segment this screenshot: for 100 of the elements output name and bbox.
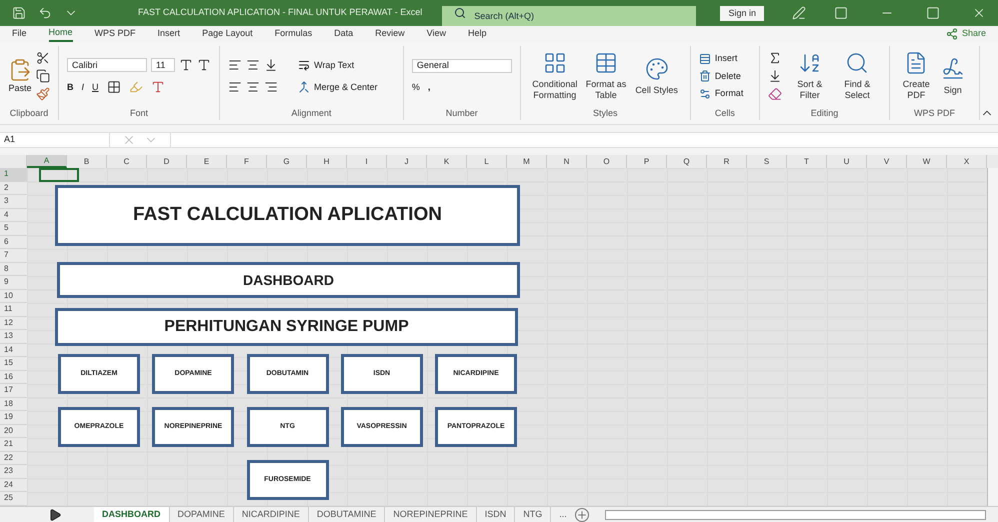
sheet-tab[interactable]: NICARDIPINE	[234, 506, 309, 522]
column-header[interactable]: E	[187, 155, 227, 168]
row-header[interactable]: 8	[0, 262, 27, 276]
cells-button[interactable]: Delete	[698, 70, 744, 83]
cells-button[interactable]: Insert	[698, 52, 744, 66]
row-header[interactable]: 14	[0, 344, 27, 357]
horizontal-scrollbar[interactable]	[604, 510, 986, 520]
column-header[interactable]: K	[427, 155, 467, 168]
column-header[interactable]: R	[707, 155, 747, 168]
column-header[interactable]: X	[947, 155, 987, 168]
find-select-button[interactable]: Find & Select	[834, 51, 881, 102]
align-right-icon[interactable]	[264, 80, 278, 94]
undo-icon[interactable]	[38, 6, 52, 20]
row-header[interactable]: 6	[0, 236, 27, 249]
vertical-scrollbar[interactable]	[987, 168, 998, 506]
decrease-font-icon[interactable]	[197, 58, 211, 72]
styles-button[interactable]: Format as Table	[580, 51, 632, 102]
ribbon-tab[interactable]: WPS PDF	[94, 26, 136, 42]
merge-center-button[interactable]: Merge & Center	[298, 80, 378, 94]
row-header[interactable]: 12	[0, 316, 27, 330]
pen-icon[interactable]	[792, 6, 806, 20]
fill-icon[interactable]	[768, 69, 782, 84]
column-header[interactable]: O	[587, 155, 627, 168]
row-header[interactable]: 23	[0, 465, 27, 478]
scroll-tabs-icon[interactable]	[48, 508, 62, 522]
paste-button[interactable]: Paste	[8, 58, 32, 95]
column-header[interactable]: B	[67, 155, 107, 168]
row-header[interactable]: 10	[0, 290, 27, 303]
clear-icon[interactable]	[768, 87, 782, 102]
increase-font-icon[interactable]	[179, 58, 193, 72]
row-header[interactable]: 7	[0, 249, 27, 262]
column-header[interactable]: V	[867, 155, 907, 168]
autosum-icon[interactable]	[768, 51, 782, 66]
column-header[interactable]: S	[747, 155, 787, 168]
column-header[interactable]: H	[307, 155, 347, 168]
bold-button[interactable]: B	[67, 80, 74, 94]
ribbon-tab[interactable]: Review	[375, 26, 405, 42]
ribbon-tab[interactable]: Data	[334, 26, 354, 42]
row-header[interactable]: 18	[0, 398, 27, 411]
restore-icon[interactable]	[926, 6, 940, 20]
styles-button[interactable]: Cell Styles	[631, 56, 682, 96]
cells-button[interactable]: Format	[698, 87, 744, 100]
row-header[interactable]: 15	[0, 357, 27, 370]
column-header[interactable]: I	[347, 155, 387, 168]
row-header[interactable]: 22	[0, 452, 27, 465]
ribbon-tab[interactable]: Formulas	[274, 26, 312, 42]
sort-filter-button[interactable]: Sort & Filter	[786, 51, 834, 102]
column-header[interactable]: N	[547, 155, 587, 168]
sheet-tab[interactable]: NOREPINEPRINE	[385, 506, 477, 522]
align-center-icon[interactable]	[246, 80, 260, 94]
italic-button[interactable]: I	[82, 80, 84, 94]
styles-button[interactable]: Conditional Formatting	[528, 51, 581, 102]
column-header[interactable]: G	[267, 155, 307, 168]
align-middle-icon[interactable]	[246, 58, 260, 72]
format-painter-icon[interactable]	[36, 87, 50, 102]
wrap-text-button[interactable]: Wrap Text	[298, 58, 354, 72]
row-header[interactable]: 11	[0, 303, 27, 316]
save-icon[interactable]	[12, 6, 26, 20]
number-format-field[interactable]: General	[412, 58, 512, 72]
sheet-tab[interactable]: DASHBOARD	[94, 506, 170, 522]
align-top-icon[interactable]	[228, 58, 242, 72]
sheet-tab[interactable]: NTG	[515, 506, 552, 522]
row-header[interactable]: 17	[0, 384, 27, 398]
percent-button[interactable]: %	[412, 80, 420, 94]
font-name-field[interactable]: Calibri	[67, 58, 147, 72]
column-header[interactable]: M	[507, 155, 547, 168]
row-header[interactable]: 20	[0, 424, 27, 438]
row-header[interactable]: 21	[0, 438, 27, 452]
column-header[interactable]: D	[147, 155, 187, 168]
align-left-icon[interactable]	[228, 80, 242, 94]
font-color-icon[interactable]	[150, 80, 165, 94]
new-sheet-icon[interactable]	[574, 508, 589, 522]
row-header[interactable]: 9	[0, 276, 27, 290]
column-header[interactable]: T	[787, 155, 827, 168]
column-header[interactable]: W	[907, 155, 947, 168]
ribbon-tab[interactable]: Help	[468, 26, 487, 42]
row-header[interactable]: 2	[0, 182, 27, 195]
name-box[interactable]: A1	[0, 133, 110, 147]
ribbon-tab[interactable]: File	[12, 26, 27, 42]
row-header[interactable]: 3	[0, 195, 27, 208]
column-header[interactable]: A	[27, 155, 67, 168]
ribbon-tab[interactable]: Insert	[158, 26, 180, 42]
share-button[interactable]: Share	[946, 27, 986, 41]
column-header[interactable]: Q	[667, 155, 707, 168]
row-header[interactable]: 4	[0, 208, 27, 222]
align-bottom-icon[interactable]	[264, 58, 278, 72]
column-header[interactable]: C	[107, 155, 147, 168]
font-size-field[interactable]: 11	[151, 58, 175, 72]
create-pdf-button[interactable]: Create PDF	[898, 51, 934, 102]
ribbon-tab[interactable]: View	[426, 26, 446, 42]
row-header[interactable]: 13	[0, 330, 27, 344]
comma-button[interactable]: ,	[428, 80, 430, 94]
cut-icon[interactable]	[36, 51, 50, 66]
active-cell[interactable]	[39, 168, 79, 182]
row-header[interactable]: 16	[0, 370, 27, 384]
copy-icon[interactable]	[36, 69, 50, 84]
search-field[interactable]: Search (Alt+Q)	[442, 6, 696, 26]
column-header[interactable]: P	[627, 155, 667, 168]
column-header[interactable]: F	[227, 155, 267, 168]
dashboard-shape[interactable]: DASHBOARD	[57, 262, 520, 298]
